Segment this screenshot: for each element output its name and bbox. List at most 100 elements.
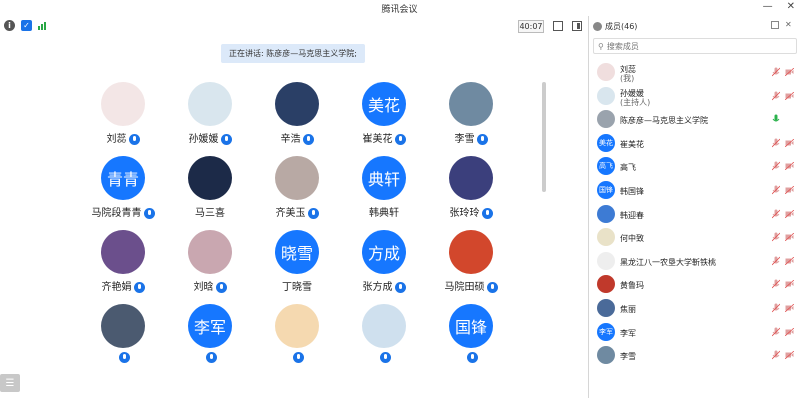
participant-tile[interactable]: 国锋 (428, 304, 514, 384)
member-row[interactable]: 焦丽 (589, 296, 799, 320)
participant-name: 韩典轩 (369, 208, 399, 219)
mic-muted-icon[interactable] (772, 138, 780, 148)
member-row[interactable]: 陈彦彦—马克思主义学院 (589, 107, 799, 131)
member-search-input[interactable] (606, 41, 787, 51)
participant-tile[interactable]: 典轩 韩典轩 (341, 156, 427, 236)
camera-off-icon[interactable] (785, 209, 794, 218)
participant-tile[interactable]: 李雪 (428, 82, 514, 162)
camera-off-icon[interactable] (785, 138, 794, 147)
mic-muted-icon[interactable] (772, 161, 780, 171)
member-avatar (597, 299, 615, 317)
camera-off-icon[interactable] (785, 327, 794, 336)
participant-name-row: 韩典轩 (341, 204, 427, 219)
participant-tile[interactable]: 马院田硕 (428, 230, 514, 310)
participant-tile[interactable]: 晓雪 丁晓雪 (254, 230, 340, 310)
participant-name-row: 丁晓雪 (254, 278, 340, 293)
mic-muted-icon[interactable] (772, 91, 780, 101)
participant-avatar (101, 230, 145, 274)
participant-name: 孙媛媛 (188, 134, 219, 145)
member-search[interactable]: ⚲ (593, 38, 797, 54)
member-name: 韩迎春 (620, 210, 644, 220)
camera-off-icon[interactable] (785, 233, 794, 242)
member-row[interactable]: 李雪 (589, 343, 799, 367)
participant-tile[interactable]: 青青 马院段青青 (80, 156, 166, 236)
participant-tile[interactable]: 李军 (167, 304, 253, 384)
camera-off-icon[interactable] (785, 162, 794, 171)
member-name: 黄鲁玛 (620, 281, 644, 291)
info-icon[interactable]: i (4, 20, 15, 31)
participant-tile[interactable]: 孙媛媛 (167, 82, 253, 162)
mic-muted-icon[interactable] (772, 209, 780, 219)
participant-name-row: 齐美玉 (254, 204, 340, 219)
microphone-icon (394, 281, 406, 293)
minimize-button[interactable]: — (763, 1, 773, 12)
avatar-initials: 方成 (367, 244, 400, 263)
participant-name: 张玲玲 (449, 208, 480, 219)
participant-name: 张方成 (362, 282, 393, 293)
member-row[interactable]: 国锋 韩国锋 (589, 178, 799, 202)
security-shield-icon[interactable]: ✓ (21, 20, 32, 31)
mic-on-icon[interactable] (772, 114, 780, 124)
member-list-toggle-button[interactable]: ☰ (0, 374, 20, 392)
camera-off-icon[interactable] (785, 186, 794, 194)
member-row[interactable]: 刘蕊 (我) (589, 60, 799, 84)
member-row[interactable]: 李军 李军 (589, 320, 799, 344)
mic-muted-icon[interactable] (772, 185, 780, 195)
signal-icon[interactable] (38, 22, 46, 30)
mic-muted-icon[interactable] (772, 327, 780, 337)
meeting-toolbar: i ✓ (0, 16, 588, 36)
participant-tile[interactable]: 马三喜 (167, 156, 253, 236)
participant-name: 马三喜 (195, 208, 225, 219)
member-row[interactable]: 黑龙江八一农垦大学靳铁桃 (589, 249, 799, 273)
member-row[interactable]: 美花 崔美花 (589, 131, 799, 155)
member-row[interactable]: 高飞 高飞 (589, 154, 799, 178)
mic-muted-icon[interactable] (772, 279, 780, 289)
camera-off-icon[interactable] (785, 304, 794, 312)
avatar-initials: 青青 (106, 170, 139, 189)
member-name: 何中致 (620, 234, 644, 244)
mic-muted-icon[interactable] (772, 350, 780, 360)
participant-tile[interactable] (341, 304, 427, 384)
participant-avatar: 青青 (101, 156, 145, 200)
mic-muted-icon[interactable] (772, 303, 780, 313)
participant-name-row (341, 352, 427, 364)
fullscreen-icon[interactable] (553, 21, 563, 31)
camera-off-icon[interactable] (785, 351, 794, 360)
participant-tile[interactable]: 刘晗 (167, 230, 253, 310)
member-row[interactable]: 孙媛媛 (主持人) (589, 84, 799, 108)
panel-close-icon[interactable]: ✕ (785, 21, 793, 29)
layout-toggle-icon[interactable] (572, 21, 582, 31)
window-title: 腾讯会议 (381, 4, 418, 15)
popout-icon[interactable] (771, 21, 779, 29)
participant-tile[interactable]: 张玲玲 (428, 156, 514, 236)
member-row[interactable]: 韩迎春 (589, 202, 799, 226)
member-row[interactable]: 何中致 (589, 225, 799, 249)
participant-tile[interactable]: 刘蕊 (80, 82, 166, 162)
participant-tile[interactable]: 美花 崔美花 (341, 82, 427, 162)
participant-name-row: 张玲玲 (428, 204, 514, 219)
participant-avatar (449, 230, 493, 274)
participant-tile[interactable]: 齐美玉 (254, 156, 340, 236)
member-avatar: 国锋 (597, 181, 615, 199)
participant-tile[interactable]: 齐艳娟 (80, 230, 166, 310)
avatar-initials: 晓雪 (280, 244, 313, 263)
camera-off-icon[interactable] (785, 256, 794, 265)
member-avatar-initials: 国锋 (599, 186, 613, 194)
camera-off-icon[interactable] (785, 68, 794, 76)
participant-name: 李雪 (454, 134, 475, 145)
participant-tile[interactable] (254, 304, 340, 384)
participant-tile[interactable]: 方成张方成 (341, 230, 427, 310)
close-button[interactable]: ✕ (787, 1, 795, 12)
camera-off-icon[interactable] (785, 91, 794, 100)
participant-tile[interactable] (80, 304, 166, 384)
participant-name-row: 张方成 (341, 278, 427, 293)
camera-off-icon[interactable] (785, 280, 794, 289)
grid-scrollbar[interactable] (542, 82, 546, 192)
member-row[interactable]: 黄鲁玛 (589, 272, 799, 296)
participant-name-row: 崔美花 (341, 130, 427, 145)
mic-muted-icon[interactable] (772, 67, 780, 77)
mic-muted-icon[interactable] (772, 232, 780, 242)
participant-tile[interactable]: 辛浩 (254, 82, 340, 162)
participant-avatar: 国锋 (449, 304, 493, 348)
mic-muted-icon[interactable] (772, 256, 780, 266)
